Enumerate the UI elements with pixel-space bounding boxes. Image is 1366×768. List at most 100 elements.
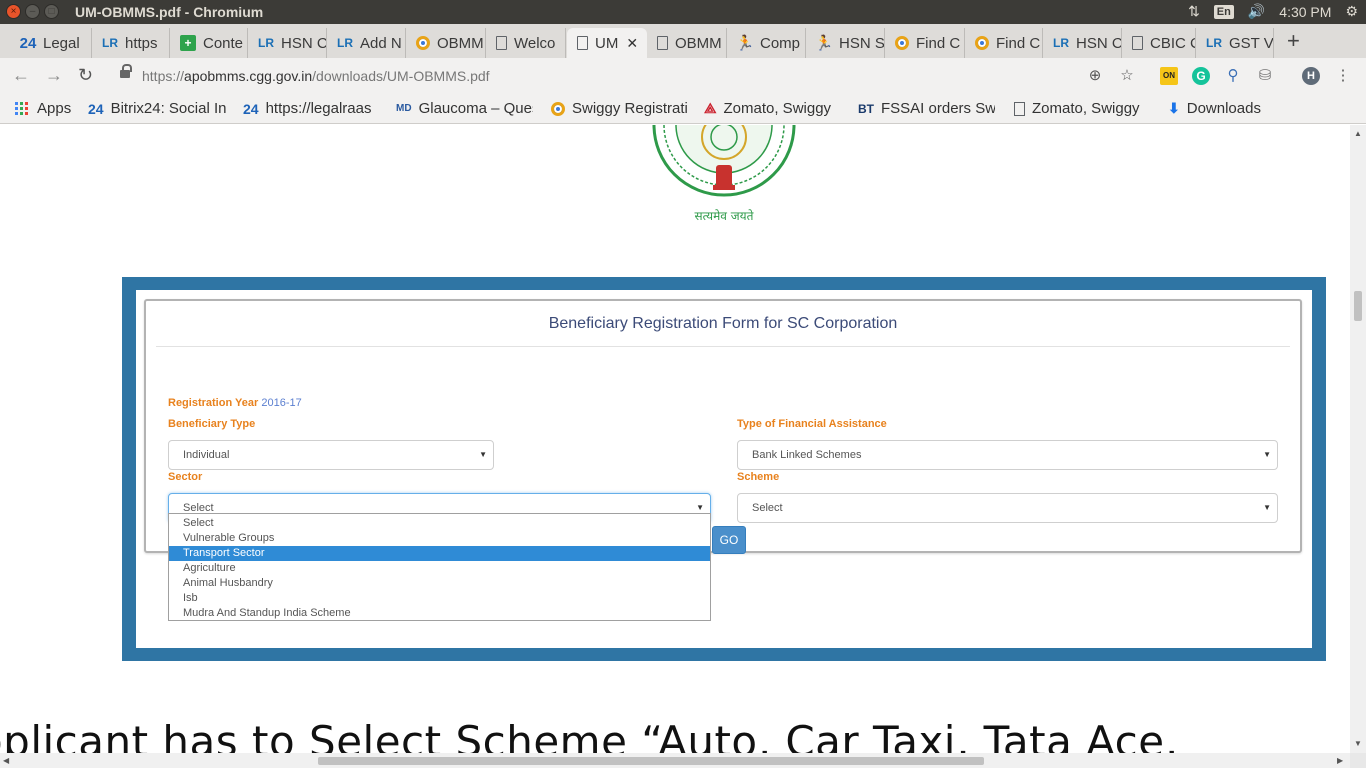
window-titlebar: × – □ UM-OBMMS.pdf - Chromium ⇅ En 🔊 4:3… (0, 0, 1366, 24)
tab-label: https (125, 34, 158, 52)
extension-person-icon[interactable]: ⚲ (1224, 67, 1242, 85)
horizontal-scrollbar[interactable]: ◀ ▶ (0, 753, 1350, 768)
tab-hsn-code[interactable]: LR HSN C (248, 28, 327, 58)
sector-option-mudra[interactable]: Mudra And Standup India Scheme (169, 606, 710, 621)
address-bar[interactable]: https://apobmms.cgg.gov.in/downloads/UM-… (142, 68, 490, 84)
bookmark-label: Zomato, Swiggy (1032, 100, 1140, 117)
scheme-select[interactable]: Select ▼ (737, 493, 1278, 523)
beneficiary-type-select[interactable]: Individual ▼ (168, 440, 494, 470)
bookmark-legalraasta[interactable]: 24 https://legalraas (243, 100, 380, 117)
scroll-right-arrow-icon[interactable]: ▶ (1337, 756, 1343, 765)
sector-option-select[interactable]: Select (169, 516, 710, 531)
bookmarks-bar: Apps 24 Bitrix24: Social In 24 https://leg… (0, 94, 1366, 124)
tab-legal[interactable]: 24 Legal (10, 28, 92, 58)
scheme-label: Scheme (737, 471, 780, 483)
tab-comp[interactable]: 🏃 Comp (727, 28, 806, 58)
legalraasta-icon: LR (1206, 36, 1222, 50)
tab-label: Legal (43, 34, 80, 52)
select-value: Bank Linked Schemes (752, 449, 862, 461)
scroll-left-arrow-icon[interactable]: ◀ (3, 756, 9, 765)
volume-icon[interactable]: 🔊 (1248, 3, 1265, 20)
bookmark-label: Downloads (1186, 100, 1261, 117)
tab-obmms[interactable]: OBMM (406, 28, 486, 58)
bookmark-label: Bitrix24: Social In (110, 100, 227, 117)
caret-down-icon: ▼ (1263, 450, 1271, 459)
window-title: UM-OBMMS.pdf - Chromium (75, 4, 264, 20)
tab-cbic[interactable]: CBIC C (1122, 28, 1196, 58)
caret-down-icon: ▼ (479, 450, 487, 459)
profile-avatar[interactable]: H (1302, 67, 1320, 85)
document-icon (577, 36, 588, 50)
sector-option-transport-sector[interactable]: Transport Sector (169, 546, 710, 561)
tab-add-new[interactable]: LR Add N (327, 28, 406, 58)
bookmark-zomato-2[interactable]: Zomato, Swiggy (1014, 100, 1151, 117)
sector-option-animal-husbandry[interactable]: Animal Husbandry (169, 576, 710, 591)
tab-obmms-2[interactable]: OBMM (647, 28, 727, 58)
tab-https[interactable]: LR https (92, 28, 170, 58)
window-maximize-button[interactable]: □ (44, 4, 59, 19)
bookmark-label: FSSAI orders Swi (881, 100, 995, 117)
back-arrow-icon[interactable]: ← (12, 65, 30, 86)
tab-label: UM (595, 34, 619, 52)
settings-gear-icon[interactable]: ⚙ (1345, 3, 1358, 20)
window-close-button[interactable]: × (6, 4, 21, 19)
forward-arrow-icon[interactable]: → (45, 65, 63, 86)
financial-assistance-select[interactable]: Bank Linked Schemes ▼ (737, 440, 1278, 470)
tab-hsn-c-2[interactable]: LR HSN C (1043, 28, 1122, 58)
horizontal-scroll-thumb[interactable] (318, 757, 984, 765)
sector-option-agriculture[interactable]: Agriculture (169, 561, 710, 576)
bitrix24-icon: 24 (19, 34, 37, 52)
runner-icon: 🏃 (814, 35, 834, 52)
tab-label: HSN S (839, 34, 885, 52)
scroll-up-arrow-icon[interactable]: ▲ (1354, 129, 1362, 138)
vertical-scrollbar[interactable]: ▲ ▼ (1350, 125, 1366, 753)
bookmark-glaucoma[interactable]: MD Glaucoma – Quest (396, 100, 533, 117)
bookmark-label: https://legalraas (265, 100, 372, 117)
bt-icon: BT (858, 101, 874, 116)
emblem-caption: सत्यमेव जयते (695, 209, 755, 223)
tab-find-c-2[interactable]: Find C (965, 28, 1043, 58)
bookmark-fssai[interactable]: BT FSSAI orders Swi (858, 100, 995, 117)
reload-icon[interactable]: ↻ (78, 65, 93, 86)
zoom-icon[interactable]: ⊕ (1086, 67, 1104, 85)
bookmark-swiggy[interactable]: Swiggy Registrati (551, 100, 688, 117)
lock-icon[interactable] (120, 64, 132, 80)
sector-option-vulnerable-groups[interactable]: Vulnerable Groups (169, 531, 710, 546)
sector-dropdown-list[interactable]: Select Vulnerable Groups Transport Secto… (168, 513, 711, 621)
tab-find-c[interactable]: Find C (885, 28, 965, 58)
window-minimize-button[interactable]: – (25, 4, 40, 19)
chrome-icon (975, 36, 989, 50)
grammarly-icon[interactable]: G (1192, 67, 1210, 85)
system-tray: ⇅ En 🔊 4:30 PM ⚙ (1188, 3, 1358, 20)
sector-option-isb[interactable]: Isb (169, 591, 710, 606)
scroll-down-arrow-icon[interactable]: ▼ (1354, 739, 1362, 748)
extension-on-icon[interactable]: ON (1160, 67, 1178, 85)
go-button[interactable]: GO (712, 526, 746, 554)
tab-label: Add N (360, 34, 402, 52)
network-icon[interactable]: ⇅ (1188, 3, 1200, 20)
bitrix24-icon: 24 (88, 100, 104, 117)
caret-down-icon: ▼ (1263, 503, 1271, 512)
bookmark-downloads[interactable]: ⬇ Downloads (1168, 100, 1261, 117)
form-title: Beneficiary Registration Form for SC Cor… (548, 315, 898, 332)
new-tab-button[interactable]: + (1287, 28, 1300, 54)
menu-kebab-icon[interactable]: ⋮ (1334, 67, 1352, 85)
bookmark-zomato[interactable]: ⟁ Zomato, Swiggy (704, 100, 841, 117)
keyboard-layout-indicator[interactable]: En (1213, 4, 1234, 19)
pdf-viewport[interactable]: सत्यमेव जयते Beneficiary Registration Fo… (0, 125, 1350, 753)
vertical-scroll-thumb[interactable] (1354, 291, 1362, 321)
tab-hsn-s[interactable]: 🏃 HSN S (806, 28, 885, 58)
bookmark-star-icon[interactable]: ☆ (1118, 67, 1136, 85)
financial-assistance-label: Type of Financial Assistance (737, 418, 887, 430)
tab-content[interactable]: + Conte (170, 28, 248, 58)
bookmark-apps[interactable]: Apps (15, 100, 71, 117)
tab-welcome[interactable]: Welco (486, 28, 566, 58)
legalraasta-icon: LR (1053, 36, 1069, 50)
tab-close-icon[interactable]: ✕ (626, 35, 638, 52)
tab-um-obmms-active[interactable]: UM ✕ (567, 28, 647, 58)
tab-label: Welco (514, 34, 556, 52)
bookmark-bitrix24[interactable]: 24 Bitrix24: Social In (88, 100, 228, 117)
tab-gst[interactable]: LR GST V (1196, 28, 1274, 58)
clock[interactable]: 4:30 PM (1279, 4, 1331, 20)
extension-database-icon[interactable]: ⛁ (1256, 67, 1274, 85)
